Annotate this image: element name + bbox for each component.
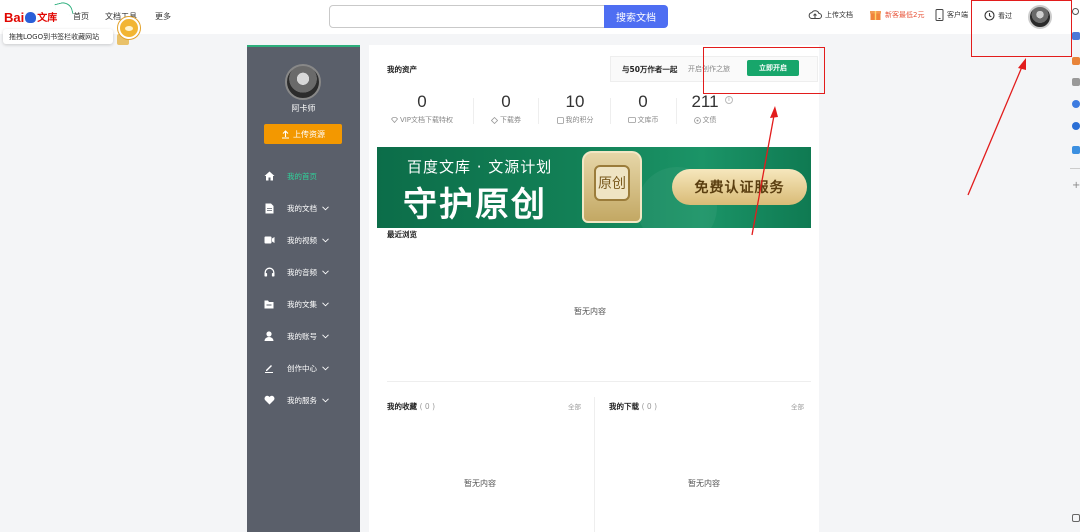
annotation-arrows: [751, 58, 1026, 236]
annotation-arrow: [751, 109, 776, 236]
annotation-arrowhead: [770, 106, 778, 118]
annotation-arrow: [967, 61, 1025, 196]
annotation-arrowhead: [1018, 58, 1026, 70]
